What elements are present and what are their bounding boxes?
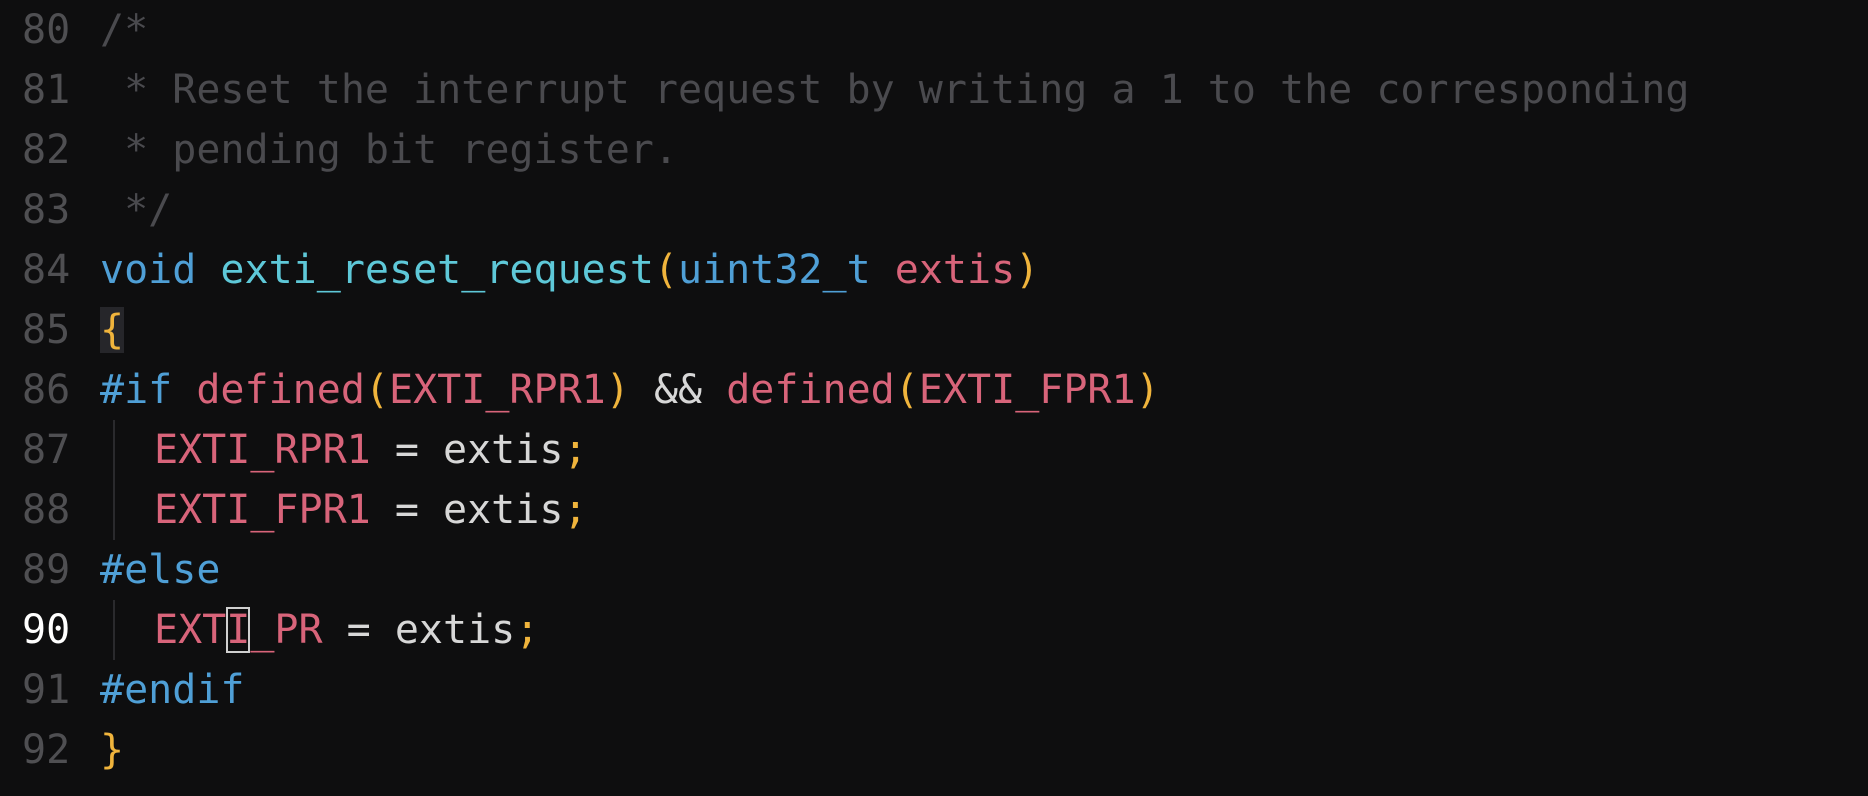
code-token: ; — [563, 487, 588, 533]
code-token: ) — [1015, 247, 1040, 293]
line-content[interactable]: * Reset the interrupt request by writing… — [100, 60, 1689, 120]
code-line[interactable]: 85 { — [0, 300, 1868, 360]
code-token: ( — [894, 367, 919, 413]
code-line[interactable]: 82 * pending bit register. — [0, 120, 1868, 180]
line-number: 85 — [22, 307, 71, 353]
code-token: ; — [563, 427, 588, 473]
code-token: { — [100, 307, 125, 353]
line-content[interactable]: #else — [100, 540, 220, 600]
code-token: extis — [894, 247, 1016, 293]
text-cursor: I — [226, 607, 251, 653]
line-number: 88 — [22, 487, 71, 533]
code-line[interactable]: 87 EXTI_RPR1 = extis; — [0, 420, 1868, 480]
code-line[interactable]: 89 #else — [0, 540, 1868, 600]
line-number: 80 — [22, 7, 71, 53]
code-line[interactable]: 91 #endif — [0, 660, 1868, 720]
code-token: exti_reset_request — [220, 247, 654, 293]
code-token: EXT — [154, 607, 227, 653]
code-token: #else — [100, 547, 221, 593]
line-content[interactable]: } — [100, 720, 124, 780]
code-token: extis — [443, 427, 564, 473]
code-token: ) — [1135, 367, 1160, 413]
line-number: 83 — [22, 187, 71, 233]
code-token: * Reset the interrupt request by writing… — [100, 67, 1690, 113]
code-token: = — [370, 427, 443, 473]
line-number: 82 — [22, 127, 71, 173]
code-token: && — [629, 367, 727, 413]
line-number: 81 — [22, 67, 71, 113]
line-content[interactable]: /* — [100, 0, 148, 60]
code-token: extis — [443, 487, 564, 533]
line-number: 89 — [22, 547, 71, 593]
line-content[interactable]: { — [100, 300, 125, 360]
code-token: defined — [196, 367, 365, 413]
line-number: 87 — [22, 427, 71, 473]
code-token: uint32_t — [678, 247, 871, 293]
line-number: 91 — [22, 667, 71, 713]
code-token: EXTI_RPR1 — [154, 427, 371, 473]
code-token: extis — [394, 607, 516, 653]
code-token: EXTI_FPR1 — [154, 487, 371, 533]
code-line[interactable]: 81 * Reset the interrupt request by writ… — [0, 60, 1868, 120]
code-editor[interactable]: 80 /* 81 * Reset the interrupt request by … — [0, 0, 1868, 796]
code-token: ; — [515, 607, 540, 653]
code-line[interactable]: 88 EXTI_FPR1 = extis; — [0, 480, 1868, 540]
line-number: 86 — [22, 367, 71, 413]
line-number: 90 — [22, 607, 71, 653]
code-line[interactable]: 84 void exti_reset_request(uint32_t extis… — [0, 240, 1868, 300]
code-token: defined — [726, 367, 895, 413]
code-token: EXTI_RPR1 — [389, 367, 606, 413]
line-content[interactable]: #if defined(EXTI_RPR1) && defined(EXTI_F… — [100, 360, 1160, 420]
code-token: ( — [653, 247, 678, 293]
code-token: /* — [100, 7, 149, 53]
line-number: 92 — [22, 727, 71, 773]
code-token: } — [100, 727, 125, 773]
code-token: * pending bit register. — [100, 127, 678, 173]
code-token: = — [370, 487, 443, 533]
code-token: = — [322, 607, 395, 653]
code-token: #endif — [100, 667, 245, 713]
code-line[interactable]: 90 EXTI_PR = extis; — [0, 600, 1868, 660]
line-content[interactable]: EXTI_PR = extis; — [100, 600, 539, 660]
code-token: ( — [364, 367, 390, 413]
code-token: _PR — [250, 607, 323, 653]
code-line[interactable]: 83 */ — [0, 180, 1868, 240]
line-content[interactable]: */ — [100, 180, 172, 240]
code-token: EXTI_FPR1 — [918, 367, 1136, 413]
code-line[interactable]: 80 /* — [0, 0, 1868, 60]
line-content[interactable]: EXTI_RPR1 = extis; — [100, 420, 588, 480]
code-line[interactable]: 86 #if defined(EXTI_RPR1) && defined(EXTI… — [0, 360, 1868, 420]
code-token: #if — [100, 367, 173, 413]
line-content[interactable]: void exti_reset_request(uint32_t extis) — [100, 240, 1039, 300]
line-content[interactable]: #endif — [100, 660, 245, 720]
code-line[interactable]: 92} — [0, 720, 1868, 780]
line-content[interactable]: * pending bit register. — [100, 120, 678, 180]
line-content[interactable]: EXTI_FPR1 = extis; — [100, 480, 588, 540]
code-token: void — [100, 247, 197, 293]
line-number: 84 — [22, 247, 71, 293]
code-token: */ — [100, 187, 173, 233]
code-token: ) — [605, 367, 630, 413]
